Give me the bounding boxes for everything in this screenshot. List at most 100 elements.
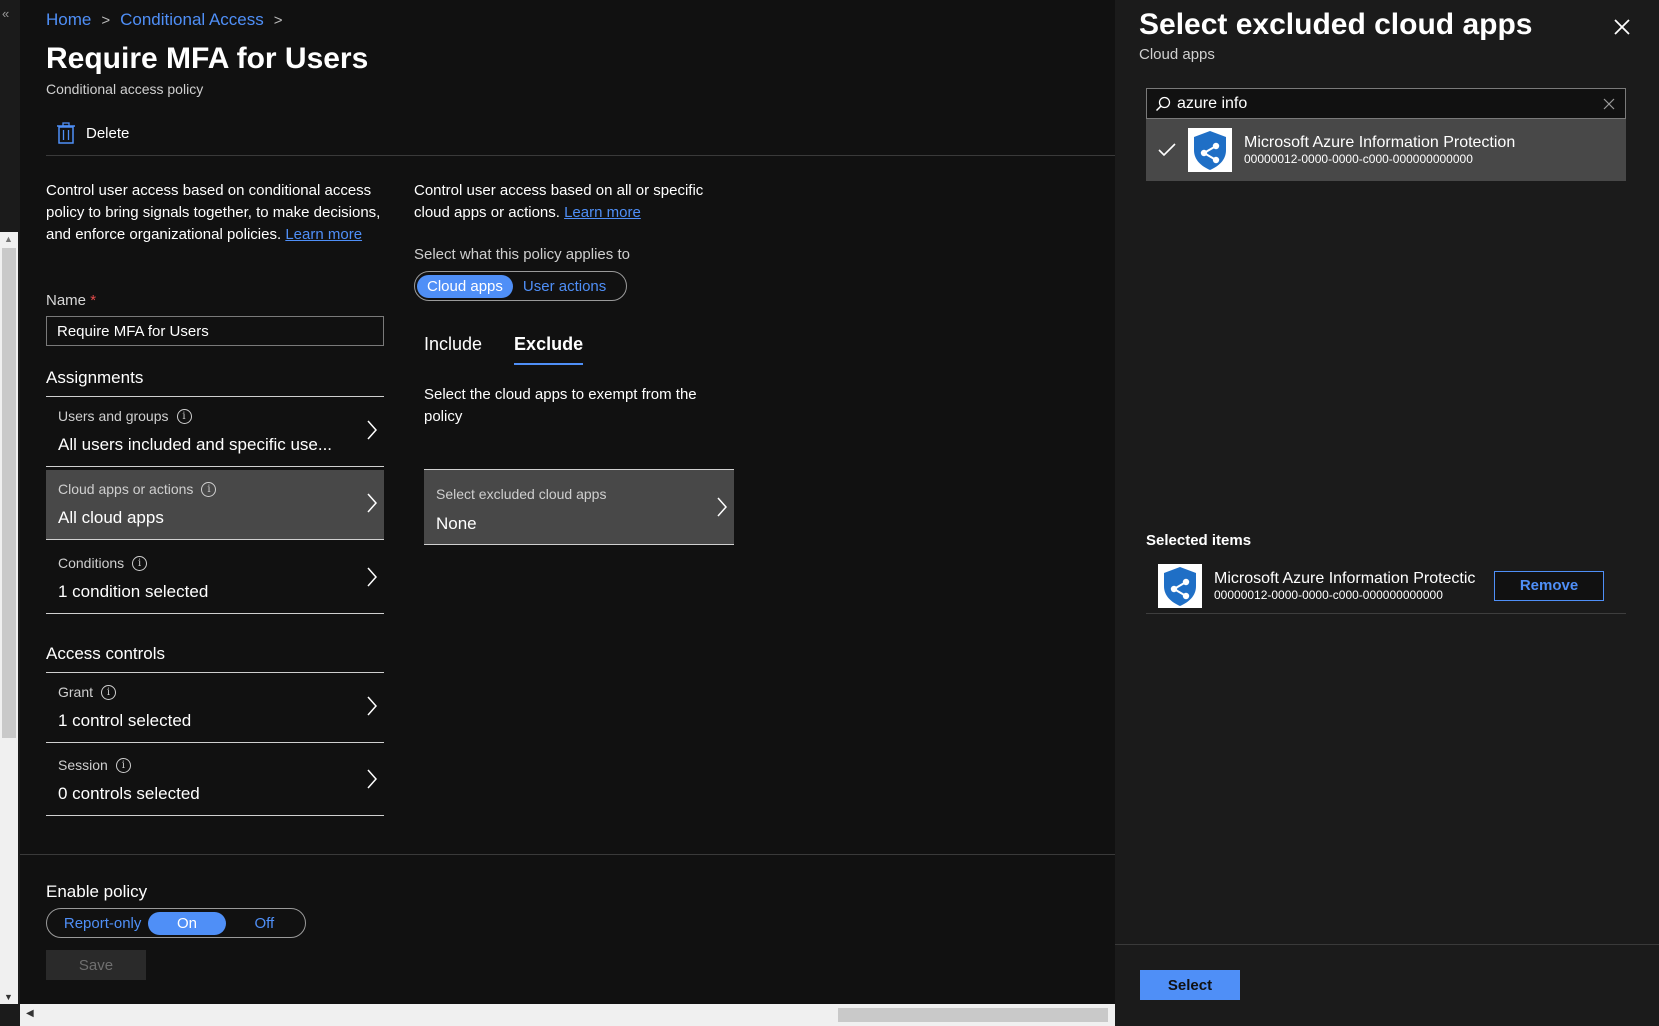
report-only-option[interactable]: Report-only: [57, 912, 148, 935]
breadcrumb: Home > Conditional Access >: [46, 10, 283, 30]
trash-icon: [57, 122, 75, 144]
delete-label: Delete: [86, 124, 130, 142]
assignments-heading: Assignments: [46, 368, 144, 387]
chevron-right-icon: [367, 493, 378, 513]
app-name: Microsoft Azure Information Protectic: [1214, 569, 1476, 587]
result-text: Microsoft Azure Information Protection 0…: [1244, 134, 1515, 166]
card-divider: [46, 815, 384, 816]
name-input[interactable]: [46, 316, 384, 346]
info-icon[interactable]: i: [115, 757, 131, 773]
app-name: Microsoft Azure Information Protection: [1244, 134, 1516, 151]
name-field-label: Name *: [46, 292, 96, 309]
selected-item-row: Microsoft Azure Information Protectic 00…: [1146, 558, 1626, 614]
card-label: Users and groups i: [58, 408, 192, 424]
remove-button[interactable]: Remove: [1494, 570, 1604, 601]
conditions-card[interactable]: Conditions i 1 condition selected: [46, 544, 384, 614]
chevron-right-icon: [367, 769, 378, 789]
close-icon[interactable]: [1613, 18, 1631, 36]
command-bar-divider: [46, 155, 1115, 156]
card-label-text: Cloud apps or actions: [58, 481, 194, 497]
save-button[interactable]: Save: [46, 950, 146, 980]
card-label-text: Conditions: [58, 555, 125, 571]
footer-divider: [20, 854, 1115, 855]
scroll-left-icon[interactable]: ◀: [26, 1008, 34, 1019]
card-value: None: [436, 514, 477, 533]
cloud-apps-learn-more-link[interactable]: Learn more: [564, 204, 641, 221]
cloud-apps-option[interactable]: Cloud apps: [417, 274, 513, 298]
card-divider: [46, 613, 384, 614]
chevron-right-icon: [367, 567, 378, 587]
delete-button[interactable]: Delete: [56, 122, 129, 144]
cloud-apps-intro-text: Control user access based on all or spec…: [414, 182, 704, 221]
cloud-apps-intro: Control user access based on all or spec…: [414, 180, 724, 224]
search-box: [1146, 88, 1626, 119]
breadcrumb-home-link[interactable]: Home: [46, 10, 91, 30]
card-divider: [46, 742, 384, 743]
on-option[interactable]: On: [148, 911, 226, 935]
breadcrumb-separator: >: [101, 11, 111, 29]
card-label: Select excluded cloud apps: [436, 486, 607, 502]
panel-title: Select excluded cloud apps: [1139, 8, 1533, 41]
card-label-text: Users and groups: [58, 408, 169, 424]
name-label-text: Name: [46, 292, 87, 309]
tab-exclude[interactable]: Exclude: [514, 334, 584, 365]
policy-blade: Home > Conditional Access > Require MFA …: [20, 0, 1115, 1004]
panel-footer-divider: [1115, 944, 1659, 945]
panel-subtitle: Cloud apps: [1139, 46, 1215, 63]
app-id: 00000012-0000-0000-c000-000000000000: [1244, 152, 1473, 166]
select-button[interactable]: Select: [1140, 970, 1240, 1000]
select-excluded-cloud-apps-panel: Select excluded cloud apps Cloud apps Mi…: [1115, 0, 1659, 1026]
card-label-text: Grant: [58, 684, 94, 700]
access-controls-heading: Access controls: [46, 644, 166, 663]
card-label: Conditions i: [58, 555, 148, 571]
vertical-scroll-thumb[interactable]: [2, 248, 16, 738]
card-value: All users included and specific use...: [58, 435, 333, 454]
card-divider: [46, 466, 384, 467]
card-label: Grant i: [58, 684, 117, 700]
card-label: Cloud apps or actions i: [58, 481, 217, 497]
collapse-icon[interactable]: «: [2, 6, 9, 21]
off-option[interactable]: Off: [226, 912, 303, 935]
clear-icon[interactable]: [1603, 98, 1615, 110]
search-input[interactable]: [1171, 94, 1603, 113]
card-label-text: Session: [58, 757, 108, 773]
page-subtitle: Conditional access policy: [46, 81, 204, 97]
card-value: All cloud apps: [58, 508, 164, 527]
azure-information-protection-logo: [1188, 128, 1232, 172]
cloud-apps-or-actions-card[interactable]: Cloud apps or actions i All cloud apps: [46, 470, 384, 540]
tab-include[interactable]: Include: [424, 334, 482, 365]
user-actions-option[interactable]: User actions: [513, 275, 616, 298]
scroll-down-icon[interactable]: ▼: [4, 992, 13, 1002]
breadcrumb-conditional-access-link[interactable]: Conditional Access: [120, 10, 264, 30]
azure-information-protection-logo: [1158, 563, 1202, 608]
selected-item-text: Microsoft Azure Information Protectic 00…: [1214, 570, 1486, 602]
learn-more-link[interactable]: Learn more: [285, 226, 362, 243]
vertical-scrollbar[interactable]: ▲ ▼: [0, 232, 18, 1004]
chevron-right-icon: [367, 420, 378, 440]
enable-policy-toggle: Report-only On Off: [46, 908, 306, 938]
selected-items-label: Selected items: [1146, 532, 1252, 549]
info-icon[interactable]: i: [101, 684, 117, 700]
select-excluded-cloud-apps-card[interactable]: Select excluded cloud apps None: [424, 469, 734, 545]
exempt-description: Select the cloud apps to exempt from the…: [424, 386, 697, 425]
policy-intro: Control user access based on conditional…: [46, 180, 384, 246]
grant-card[interactable]: Grant i 1 control selected: [46, 673, 384, 743]
card-value: 0 controls selected: [58, 784, 200, 803]
include-exclude-tabs: Include Exclude: [424, 334, 584, 365]
search-icon: [1155, 96, 1171, 111]
info-icon[interactable]: i: [132, 555, 148, 571]
info-icon[interactable]: i: [201, 481, 217, 497]
search-result-row[interactable]: Microsoft Azure Information Protection 0…: [1146, 119, 1626, 181]
scroll-up-icon[interactable]: ▲: [4, 234, 13, 244]
card-value: 1 control selected: [58, 711, 192, 730]
card-value: 1 condition selected: [58, 582, 209, 601]
checkmark-icon: [1158, 143, 1176, 157]
users-and-groups-card[interactable]: Users and groups i All users included an…: [46, 397, 384, 467]
page-title: Require MFA for Users: [46, 42, 369, 75]
chevron-right-icon: [367, 696, 378, 716]
card-label: Session i: [58, 757, 131, 773]
info-icon[interactable]: i: [176, 408, 192, 424]
horizontal-scroll-thumb[interactable]: [838, 1008, 1108, 1022]
horizontal-scrollbar[interactable]: ◀: [20, 1004, 1115, 1026]
session-card[interactable]: Session i 0 controls selected: [46, 746, 384, 816]
